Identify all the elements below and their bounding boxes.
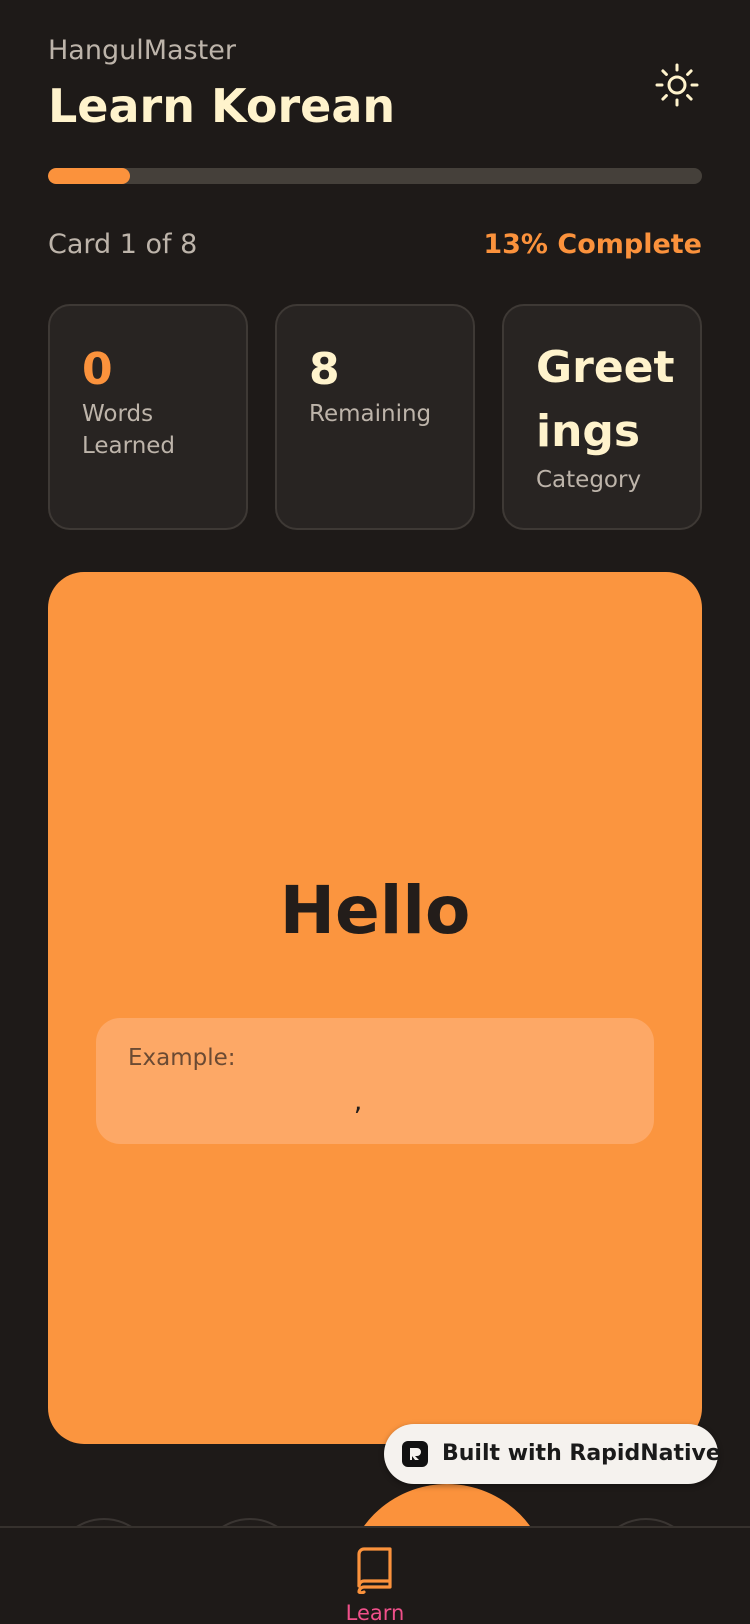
stat-value: 0	[82, 344, 113, 395]
example-label: Example:	[128, 1045, 236, 1071]
flashcard[interactable]	[48, 572, 702, 1444]
card-counter: Card 1 of 8	[48, 229, 198, 260]
progress-bar	[48, 168, 702, 184]
badge-text: Built with RapidNative	[442, 1441, 721, 1466]
stat-value: Greetings	[536, 342, 675, 457]
stat-value: 8	[309, 344, 340, 395]
progress-percent: 13% Complete	[483, 229, 702, 260]
book-icon	[357, 1547, 392, 1594]
example-text: ,	[353, 1086, 363, 1117]
theme-toggle-button[interactable]	[652, 60, 702, 110]
page-title: Learn Korean	[48, 79, 396, 133]
stat-category: Greetings Category	[502, 304, 702, 530]
rapidnative-logo-icon	[402, 1441, 428, 1467]
tab-bar: Learn	[0, 1526, 750, 1624]
flashcard-word: Hello	[279, 872, 471, 949]
built-with-rapidnative-badge[interactable]: Built with RapidNative	[384, 1424, 721, 1484]
stat-label: Remaining	[309, 401, 432, 427]
app-name: HangulMaster	[48, 35, 236, 66]
example-box: Example: ,	[96, 1018, 654, 1144]
stat-remaining: 8 Remaining	[275, 304, 475, 530]
stat-label: Words Learned	[82, 401, 176, 459]
stat-words-learned: 0 Words Learned	[48, 304, 248, 530]
stat-label: Category	[536, 467, 642, 493]
progress-bar-fill	[48, 168, 130, 184]
learn-screen: HangulMaster Learn Korean Card 1 of 8 13…	[0, 0, 750, 1624]
tab-learn[interactable]: Learn	[325, 1528, 425, 1624]
tab-learn-label: Learn	[345, 1601, 405, 1624]
sun-icon	[655, 63, 699, 107]
